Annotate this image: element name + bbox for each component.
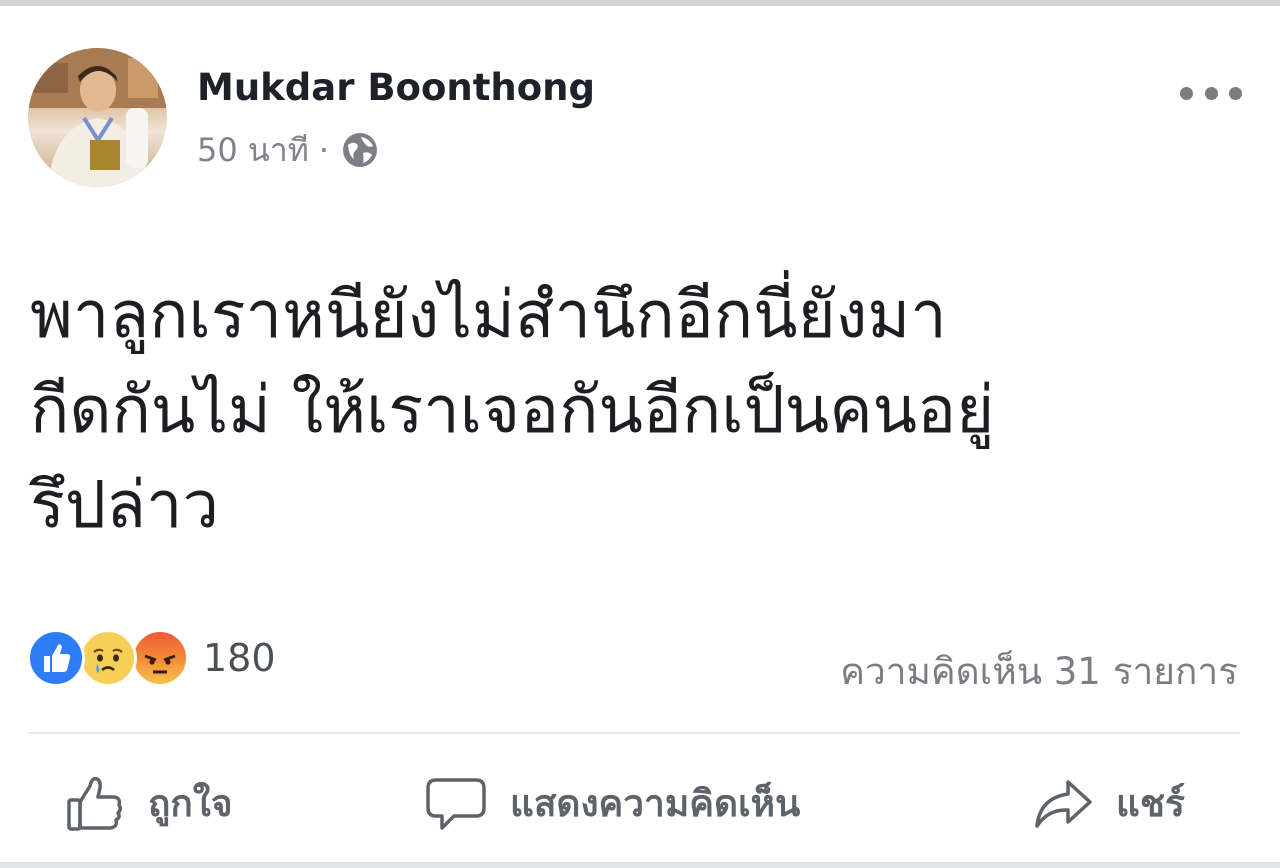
angry-icon (131, 629, 189, 687)
more-dots-icon (1229, 86, 1242, 100)
reaction-count: 180 (203, 636, 276, 680)
more-dots-icon (1180, 86, 1193, 100)
post-text-line: พาลูกเราหนียังไม่สำนึกอีกนี่ยังมา (30, 278, 947, 353)
comment-count-link[interactable]: ความคิดเห็น 31 รายการ (840, 642, 1238, 701)
share-arrow-icon (1035, 780, 1092, 828)
meta-separator: · (318, 131, 329, 169)
comment-label: แสดงความคิดเห็น (510, 781, 801, 825)
like-button[interactable]: ถูกใจ (64, 768, 233, 838)
sad-icon (79, 629, 137, 687)
more-dots-icon (1204, 86, 1218, 100)
share-label: แชร์ (1116, 781, 1185, 825)
globe-icon[interactable] (339, 129, 381, 171)
reactions-summary[interactable]: 180 (27, 628, 276, 688)
post-time[interactable]: 50 นาที (197, 125, 309, 176)
divider (28, 732, 1240, 734)
comment-button[interactable]: แสดงความคิดเห็น (424, 768, 800, 838)
share-button[interactable]: แชร์ (1032, 768, 1185, 838)
post-text-line: รึปล่าว (30, 468, 220, 543)
more-options-button[interactable] (1180, 78, 1242, 108)
like-label: ถูกใจ (148, 781, 233, 825)
post-text: พาลูกเราหนียังไม่สำนึกอีกนี่ยังมา กีดกัน… (30, 268, 1240, 553)
author-avatar[interactable] (28, 48, 167, 187)
bottom-border (0, 862, 1280, 868)
avatar-photo (28, 48, 167, 187)
thumbs-up-icon (67, 776, 123, 831)
post-meta: 50 นาที · (197, 130, 381, 170)
comment-bubble-icon (426, 778, 486, 830)
like-icon (27, 629, 85, 687)
post-text-line: กีดกันไม่ ให้เราเจอกันอีกเป็นคนอยู่ (30, 373, 995, 448)
post-card: Mukdar Boonthong 50 นาที · พาลูกเราหนียั… (0, 6, 1280, 862)
author-name[interactable]: Mukdar Boonthong (197, 66, 595, 109)
